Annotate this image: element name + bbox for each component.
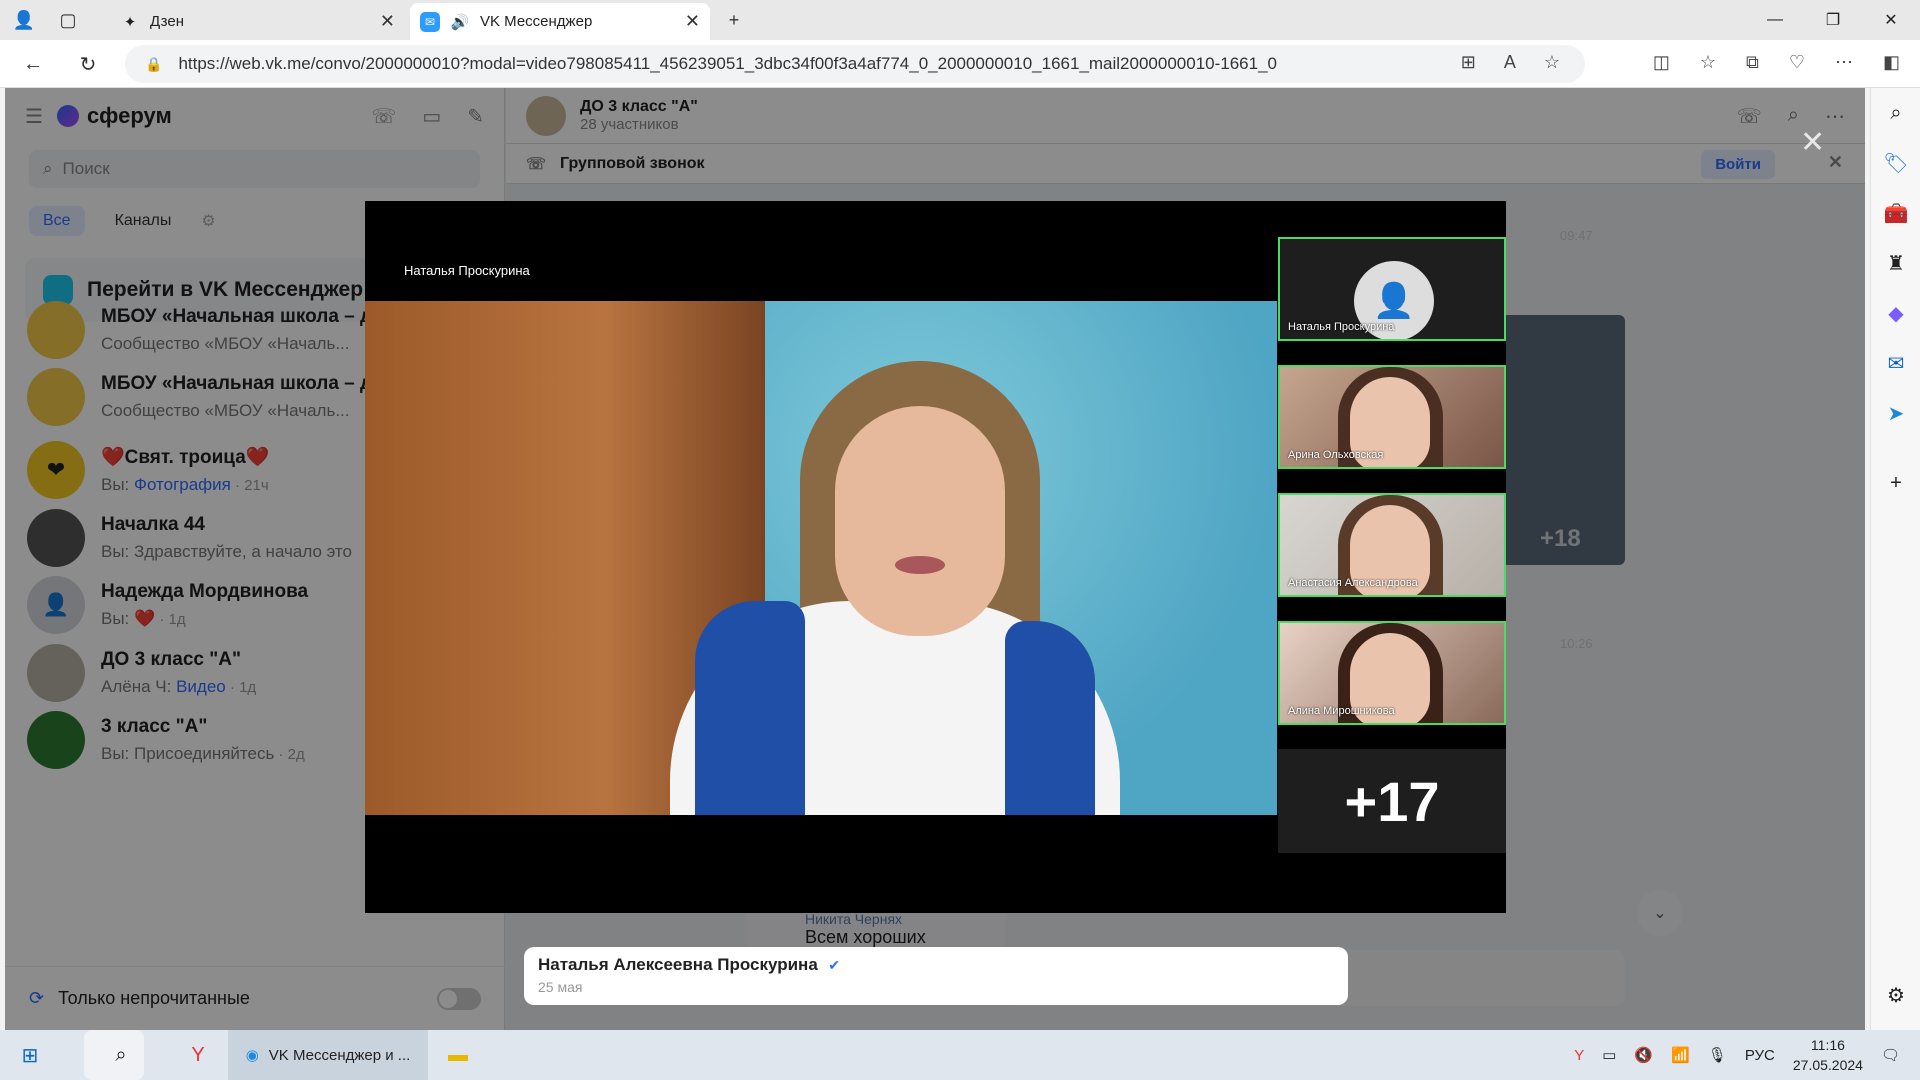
outlook-icon[interactable]: ✉	[1871, 338, 1920, 388]
add-icon[interactable]: +	[1871, 458, 1920, 508]
microphone-icon[interactable]: 🎙	[1708, 1046, 1727, 1064]
search-icon[interactable]: ⌕	[84, 1030, 144, 1080]
tab-title: VK Мессенджер	[480, 13, 593, 30]
caption-date: 25 мая	[538, 979, 583, 995]
windows-start-icon[interactable]: ⊞	[0, 1030, 60, 1080]
collections-icon[interactable]: ⧉	[1746, 52, 1759, 73]
url-field[interactable]: 🔒 https://web.vk.me/convo/2000000010?mod…	[125, 45, 1585, 83]
toolbox-icon[interactable]: 🧰	[1871, 188, 1920, 238]
sidebar-toggle-icon[interactable]: ◧	[1883, 52, 1900, 73]
participant-tile[interactable]: Анастасия Александрова	[1278, 493, 1506, 597]
yandex-browser-icon[interactable]: Y	[168, 1030, 228, 1080]
speaker-icon[interactable]: 🔊	[450, 12, 470, 32]
reload-icon[interactable]: ↻	[73, 50, 103, 78]
participant-tile[interactable]: Алина Мирошникова	[1278, 621, 1506, 725]
lock-icon: 🔒	[145, 55, 163, 72]
url-text: https://web.vk.me/convo/2000000010?modal…	[178, 54, 1277, 73]
tab-dzen[interactable]: ✦ Дзен ✕	[110, 3, 405, 40]
favorites-icon[interactable]: ☆	[1700, 52, 1716, 73]
split-screen-icon[interactable]: ◫	[1653, 52, 1670, 73]
dzen-icon: ✦	[123, 13, 137, 31]
address-bar: ← ↻ 🔒 https://web.vk.me/convo/2000000010…	[0, 40, 1920, 88]
verified-check-icon: ✔	[828, 957, 840, 973]
browser-tab-bar: 👤 ▢ ✦ Дзен ✕ ✉ 🔊 VK Мессенджер ✕ + — ❐ ✕	[0, 0, 1920, 40]
speaker-figure	[895, 556, 945, 574]
speaker-name: Наталья Проскурина	[404, 263, 530, 278]
search-icon[interactable]: ⌕	[1871, 88, 1920, 138]
volume-muted-icon[interactable]: 🔇	[1634, 1046, 1653, 1064]
copilot-icon[interactable]: ◆	[1871, 288, 1920, 338]
language-indicator[interactable]: РУС	[1745, 1047, 1775, 1064]
participant-tile[interactable]: 👤 Наталья Проскурина	[1278, 237, 1506, 341]
favorite-star-icon[interactable]: ☆	[1544, 52, 1560, 73]
vk-messenger-icon: ✉	[420, 11, 440, 32]
participant-name: Наталья Проскурина	[1288, 321, 1395, 333]
health-icon[interactable]: ♡	[1789, 52, 1805, 73]
close-tab-icon[interactable]: ✕	[380, 11, 395, 32]
file-explorer-icon[interactable]: ▬	[428, 1030, 488, 1080]
close-icon[interactable]: ✕	[1800, 125, 1825, 160]
more-participants-count: +17	[1344, 769, 1440, 833]
battery-icon[interactable]: ▭	[1602, 1046, 1616, 1064]
participant-name: Алина Мирошникова	[1288, 705, 1395, 717]
system-tray: Y ▭ 🔇 📶 🎙 РУС 11:16 27.05.2024 🗨	[1574, 1030, 1920, 1080]
participant-tile[interactable]: Арина Ольховская	[1278, 365, 1506, 469]
tab-vk-messenger[interactable]: ✉ 🔊 VK Мессенджер ✕	[410, 3, 710, 40]
speaker-figure	[695, 601, 805, 815]
more-icon[interactable]: ⋯	[1835, 52, 1853, 73]
taskbar-edge-app[interactable]: ◉ VK Мессенджер и ...	[228, 1030, 428, 1080]
edge-icon: ◉	[245, 1047, 259, 1064]
new-tab-icon[interactable]: +	[720, 6, 748, 34]
wifi-icon[interactable]: 📶	[1671, 1046, 1690, 1064]
clock-date: 27.05.2024	[1792, 1057, 1863, 1073]
tag-icon[interactable]: 🏷	[1871, 138, 1920, 188]
tab-title: Дзен	[150, 13, 184, 30]
browser-sidebar: ⌕ 🏷 🧰 ♜ ◆ ✉ ➤ + ⚙	[1870, 88, 1920, 1030]
video-caption: Наталья Алексеевна Проскурина ✔ 25 мая	[524, 947, 1348, 1005]
participant-name: Анастасия Александрова	[1288, 577, 1418, 589]
games-icon[interactable]: ♜	[1871, 238, 1920, 288]
settings-gear-icon[interactable]: ⚙	[1871, 970, 1920, 1020]
taskbar: ⊞ ⌕ Y ◉ VK Мессенджер и ... ▬ Y ▭ 🔇 📶 🎙 …	[0, 1030, 1920, 1080]
close-window-icon[interactable]: ✕	[1862, 0, 1920, 40]
speaker-figure	[835, 406, 1005, 636]
close-tab-icon[interactable]: ✕	[685, 11, 700, 32]
clock-time: 11:16	[1810, 1037, 1845, 1053]
back-icon[interactable]: ←	[18, 50, 48, 78]
yandex-tray-icon[interactable]: Y	[1574, 1047, 1584, 1064]
speaker-figure	[1005, 621, 1095, 815]
caption-author[interactable]: Наталья Алексеевна Проскурина	[538, 955, 818, 974]
notifications-icon[interactable]: 🗨	[1881, 1046, 1900, 1064]
app-available-icon[interactable]: ⊞	[1461, 52, 1476, 73]
restore-icon[interactable]: ❐	[1804, 0, 1862, 40]
taskbar-app-label: VK Мессенджер и ...	[268, 1046, 411, 1064]
profile-icon[interactable]: 👤	[10, 6, 38, 34]
more-participants-tile[interactable]: +17	[1278, 749, 1506, 853]
participant-name: Арина Ольховская	[1288, 449, 1384, 461]
send-icon[interactable]: ➤	[1871, 388, 1920, 438]
video-player[interactable]: Наталья Проскурина 👤 Наталья Проскурина …	[365, 201, 1506, 913]
minimize-icon[interactable]: —	[1746, 0, 1804, 40]
tab-actions-icon[interactable]: ▢	[54, 6, 82, 34]
clock[interactable]: 11:16 27.05.2024	[1793, 1035, 1863, 1075]
read-aloud-icon[interactable]: A	[1504, 52, 1516, 73]
main-video-frame[interactable]	[365, 301, 1277, 815]
